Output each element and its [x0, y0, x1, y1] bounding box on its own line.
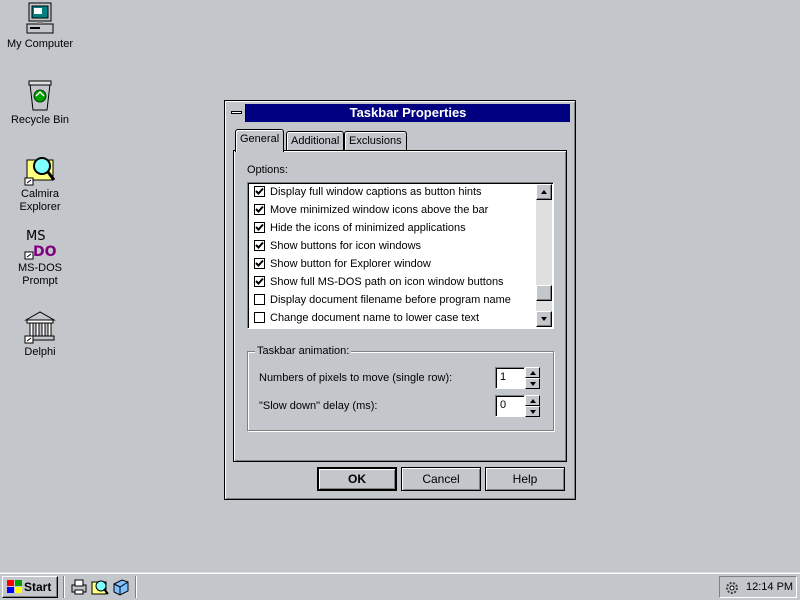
arrow-down-icon [530, 410, 536, 414]
taskbar-properties-dialog: Taskbar Properties General Additional Ex… [224, 100, 576, 500]
desktop-icon-label: Delphi [24, 346, 56, 358]
checkmark-icon [255, 205, 264, 213]
recycle-bin-icon [28, 80, 52, 111]
start-label: Start [24, 580, 52, 594]
checkmark-icon [255, 259, 264, 267]
ms-dos-icon: MS DOS [24, 229, 56, 260]
pixels-spinner[interactable]: 1 [495, 367, 540, 389]
taskbar: Start 12:14 PM [0, 572, 800, 600]
scroll-thumb[interactable] [536, 285, 552, 301]
tray-gear-icon[interactable] [724, 580, 740, 596]
arrow-down-icon [541, 317, 547, 321]
option-checkbox[interactable] [254, 204, 265, 215]
option-label: Display full window captions as button h… [270, 186, 482, 198]
option-label: Show buttons for icon windows [270, 240, 422, 252]
magnifier-folder-icon [24, 157, 56, 186]
option-label: Change document name to lower case text [270, 312, 480, 324]
desktop-icon-label: Recycle Bin [10, 114, 70, 126]
taskbar-separator [135, 576, 137, 598]
option-checkbox[interactable] [254, 222, 265, 233]
tab-label: General [240, 133, 280, 145]
svg-text:MS: MS [26, 229, 45, 244]
svg-text:DOS: DOS [33, 244, 56, 260]
spin-up-button[interactable] [525, 395, 540, 406]
desktop-icon[interactable] [112, 578, 130, 596]
system-menu-icon [231, 111, 242, 114]
options-scrollbar[interactable] [536, 184, 552, 327]
checkmark-icon [255, 277, 264, 285]
windows-logo-icon [7, 580, 22, 593]
spin-down-button[interactable] [525, 406, 540, 417]
system-tray: 12:14 PM [719, 576, 797, 598]
option-label: Show button for Explorer window [270, 258, 431, 270]
printer-icon[interactable] [70, 578, 88, 596]
option-checkbox[interactable] [254, 294, 265, 305]
desktop-icon-label: Calmira Explorer [19, 188, 61, 213]
option-checkbox[interactable] [254, 240, 265, 251]
spin-down-button[interactable] [525, 378, 540, 389]
help-button[interactable]: Help [485, 467, 565, 491]
desktop-icon-my-computer[interactable]: My Computer [2, 2, 78, 51]
desktop-icon-delphi[interactable]: Delphi [2, 310, 78, 359]
start-button[interactable]: Start [2, 576, 58, 598]
tab-label: Exclusions [349, 135, 402, 147]
desktop-icon-ms-dos-prompt[interactable]: MS DOS MS-DOS Prompt [2, 226, 78, 288]
desktop-icon-calmira-explorer[interactable]: Calmira Explorer [2, 152, 78, 214]
spin-up-button[interactable] [525, 367, 540, 378]
checkmark-icon [255, 187, 264, 195]
title-bar[interactable]: Taskbar Properties [228, 104, 570, 122]
delay-spinner[interactable]: 0 [495, 395, 540, 417]
pixels-label: Numbers of pixels to move (single row): [259, 372, 453, 384]
scroll-up-button[interactable] [536, 184, 552, 200]
cancel-button[interactable]: Cancel [401, 467, 481, 491]
arrow-up-icon [541, 190, 547, 194]
arrow-up-icon [530, 371, 536, 375]
arrow-down-icon [530, 382, 536, 386]
pixels-input[interactable]: 1 [495, 367, 525, 389]
tab-general[interactable]: General [235, 129, 285, 152]
desktop-icon-label: My Computer [6, 38, 74, 50]
option-checkbox[interactable] [254, 276, 265, 287]
desktop-icon-recycle-bin[interactable]: Recycle Bin [2, 78, 78, 127]
explorer-icon[interactable] [91, 578, 109, 596]
option-checkbox[interactable] [254, 312, 265, 323]
desktop-icon-label: MS-DOS Prompt [18, 262, 62, 287]
option-label: Hide the icons of minimized applications [270, 222, 466, 234]
tab-panel-general: Options: Display full window captions as… [233, 150, 567, 462]
option-checkbox[interactable] [254, 186, 265, 197]
temple-icon [24, 311, 56, 344]
group-title: Taskbar animation: [255, 345, 352, 357]
tab-exclusions[interactable]: Exclusions [344, 131, 407, 150]
option-checkbox[interactable] [254, 258, 265, 269]
checkmark-icon [255, 241, 264, 249]
dialog-title: Taskbar Properties [349, 105, 467, 120]
scroll-down-button[interactable] [536, 311, 552, 327]
tab-label: Additional [291, 135, 340, 147]
arrow-up-icon [530, 399, 536, 403]
option-label: Show full MS-DOS path on icon window but… [270, 276, 504, 288]
checkmark-icon [255, 223, 264, 231]
clock[interactable]: 12:14 PM [746, 581, 793, 593]
delay-input[interactable]: 0 [495, 395, 525, 417]
options-label: Options: [247, 164, 288, 176]
computer-icon [26, 2, 54, 34]
taskbar-animation-group: Taskbar animation: Numbers of pixels to … [247, 345, 554, 431]
ok-button[interactable]: OK [317, 467, 397, 491]
option-label: Move minimized window icons above the ba… [270, 204, 489, 216]
delay-label: "Slow down" delay (ms): [259, 400, 378, 412]
option-label: Display document filename before program… [270, 294, 511, 306]
system-menu-button[interactable] [228, 104, 246, 122]
options-list[interactable]: Display full window captions as button h… [247, 182, 554, 329]
taskbar-separator [63, 576, 65, 598]
tab-additional[interactable]: Additional [286, 131, 345, 150]
